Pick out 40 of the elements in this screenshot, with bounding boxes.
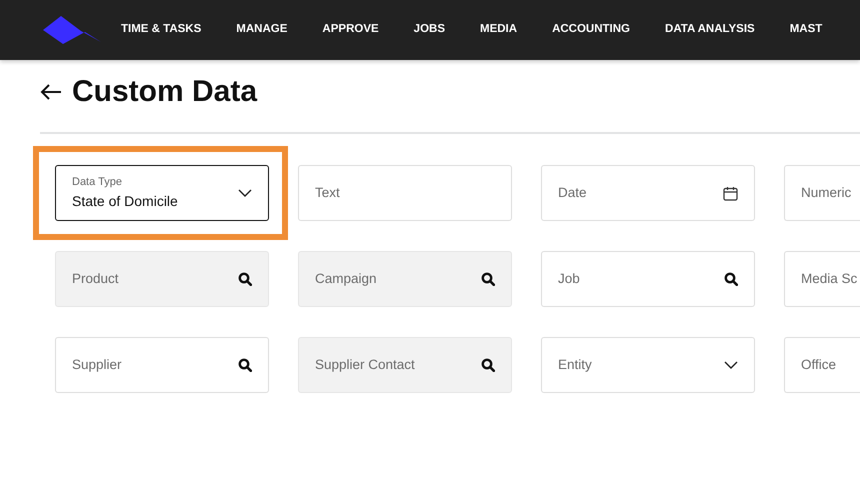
search-icon (238, 358, 252, 372)
search-icon (481, 358, 495, 372)
calendar-icon (723, 186, 738, 200)
chevron-down-icon (238, 189, 252, 197)
nav-link[interactable]: TIME & TASKS (121, 21, 202, 39)
field-label: Data Type (72, 175, 123, 190)
field-placeholder: Campaign (315, 270, 377, 288)
nav-link[interactable]: ACCOUNTING (552, 21, 630, 39)
field-placeholder: Supplier (72, 356, 122, 374)
search-icon (724, 272, 738, 286)
date-field[interactable]: Date (541, 165, 755, 221)
nav-link[interactable]: MAST (790, 21, 822, 39)
field-placeholder: Entity (558, 356, 592, 374)
field-placeholder: Date (558, 184, 587, 202)
search-field[interactable]: Job (541, 251, 755, 307)
input-field[interactable]: Office (784, 337, 860, 393)
nav-link[interactable]: APPROVE (322, 21, 379, 39)
nav-link[interactable]: MEDIA (480, 21, 518, 39)
page-title: Custom Data (72, 74, 258, 110)
back-arrow-icon[interactable] (40, 84, 62, 100)
field-placeholder: Numeric (801, 184, 852, 202)
field-placeholder: Job (558, 270, 580, 288)
input-field[interactable]: Media Sc (784, 251, 860, 307)
search-icon (481, 272, 495, 286)
field-placeholder: Supplier Contact (315, 356, 415, 374)
search-icon (238, 272, 252, 286)
field-placeholder: Text (315, 184, 340, 202)
input-field[interactable]: Numeric (784, 165, 860, 221)
input-field[interactable]: Text (298, 165, 512, 221)
field-placeholder: Product (72, 270, 119, 288)
nav-link[interactable]: MANAGE (236, 21, 288, 39)
nav-link[interactable]: DATA ANALYSIS (665, 21, 755, 39)
field-value: State of Domicile (72, 192, 178, 211)
nav-link[interactable]: JOBS (414, 21, 445, 39)
search-field[interactable]: Supplier (55, 337, 269, 393)
select-field[interactable]: Data Type State of Domicile (55, 165, 269, 221)
field-placeholder: Office (801, 356, 836, 374)
select-field[interactable]: Entity (541, 337, 755, 393)
chevron-down-icon (724, 361, 738, 369)
field-placeholder: Media Sc (801, 270, 858, 288)
